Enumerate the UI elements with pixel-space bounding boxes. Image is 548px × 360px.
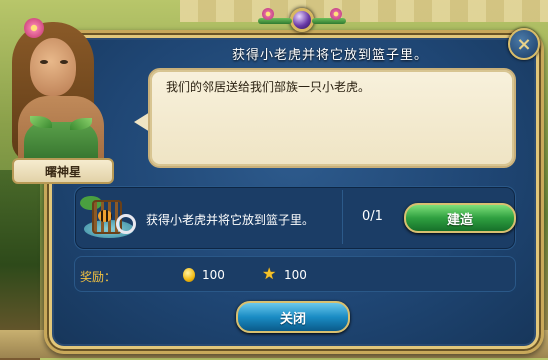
tiger-cage-icon (80, 192, 138, 242)
close-button[interactable]: 关闭 (236, 301, 350, 333)
top-ornament (258, 6, 346, 34)
star-icon: ★ (262, 264, 277, 283)
speech-text: 我们的邻居送给我们部族一只小老虎。 (166, 80, 371, 94)
flower-icon (330, 8, 342, 20)
vine-decoration-left (258, 18, 292, 24)
reward-label: 奖励： (80, 270, 117, 284)
dialog-title: 获得小老虎并将它放到篮子里。 (231, 48, 428, 63)
background-roof (180, 0, 548, 22)
icon-ring (116, 214, 136, 234)
task-description: 获得小老虎并将它放到篮子里。 (146, 213, 315, 227)
flower-icon (262, 8, 274, 20)
coin-reward-value: 100 (202, 268, 225, 282)
task-progress: 0/1 (362, 209, 383, 224)
star-reward-value: 100 (284, 268, 307, 282)
character-portrait (0, 0, 128, 170)
task-divider (342, 190, 343, 244)
gem-ornament-icon (290, 8, 314, 32)
character-name: 曙神星 (12, 158, 114, 184)
portrait-face (30, 38, 76, 96)
close-icon[interactable]: × (508, 28, 540, 60)
hair-flower-icon (24, 18, 44, 38)
vine-decoration-right (312, 18, 346, 24)
tiger-icon (98, 210, 112, 222)
portrait-eye (40, 60, 48, 64)
build-button[interactable]: 建造 (404, 203, 516, 233)
coin-icon (183, 268, 195, 282)
portrait-eye (60, 60, 68, 64)
